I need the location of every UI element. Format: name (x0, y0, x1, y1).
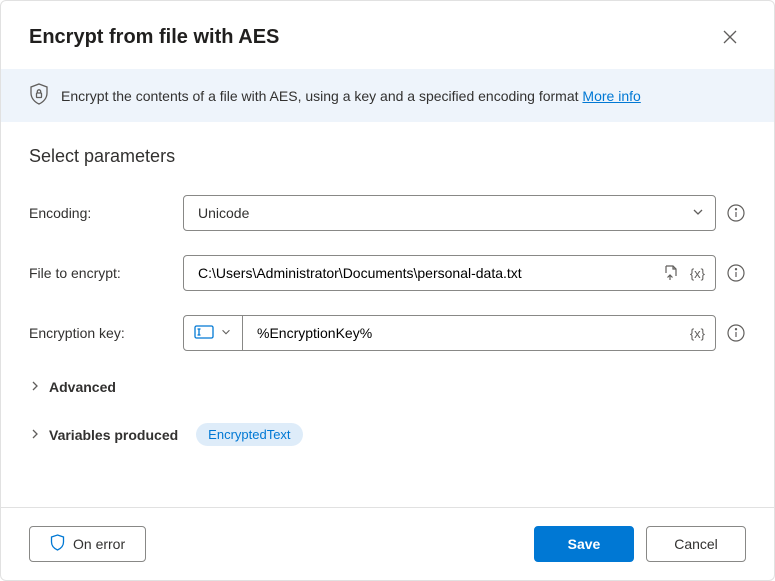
more-info-link[interactable]: More info (582, 88, 640, 104)
section-title: Select parameters (29, 146, 746, 167)
chevron-right-icon (29, 379, 41, 395)
key-row: Encryption key: (29, 315, 746, 351)
dialog-content: Select parameters Encoding: Unicode File… (1, 122, 774, 507)
advanced-expander[interactable]: Advanced (29, 375, 746, 399)
key-type-selector[interactable] (184, 316, 243, 350)
variables-expander[interactable]: Variables produced EncryptedText (29, 419, 746, 450)
dialog-title: Encrypt from file with AES (29, 26, 279, 49)
file-path-input[interactable] (198, 265, 660, 281)
key-input-wrapper: {x} (183, 315, 716, 351)
encoding-select[interactable]: Unicode (183, 195, 716, 231)
text-input-icon (194, 325, 214, 342)
dialog-header: Encrypt from file with AES (1, 1, 774, 69)
browse-file-button[interactable] (660, 262, 682, 284)
variable-icon: {x} (690, 266, 705, 281)
file-info-button[interactable] (726, 263, 746, 283)
file-input-wrapper: {x} (183, 255, 716, 291)
encoding-info-button[interactable] (726, 203, 746, 223)
file-row: File to encrypt: {x} (29, 255, 746, 291)
key-label: Encryption key: (29, 325, 171, 341)
encoding-row: Encoding: Unicode (29, 195, 746, 231)
key-info-button[interactable] (726, 323, 746, 343)
chevron-right-icon (29, 427, 41, 443)
close-icon (723, 30, 737, 44)
save-label: Save (568, 536, 601, 552)
banner-text: Encrypt the contents of a file with AES,… (61, 88, 641, 104)
insert-variable-button[interactable]: {x} (680, 326, 715, 341)
info-icon (727, 264, 745, 282)
chevron-down-icon (691, 205, 705, 222)
info-icon (727, 324, 745, 342)
info-icon (727, 204, 745, 222)
cancel-label: Cancel (674, 536, 718, 552)
info-banner: Encrypt the contents of a file with AES,… (1, 69, 774, 122)
encryption-key-input[interactable] (243, 325, 680, 341)
save-button[interactable]: Save (534, 526, 634, 562)
cancel-button[interactable]: Cancel (646, 526, 746, 562)
on-error-button[interactable]: On error (29, 526, 146, 562)
on-error-label: On error (73, 536, 125, 552)
insert-variable-button[interactable]: {x} (688, 264, 707, 283)
variables-label: Variables produced (49, 427, 178, 443)
variable-chip[interactable]: EncryptedText (196, 423, 302, 446)
banner-description: Encrypt the contents of a file with AES,… (61, 88, 582, 104)
dialog-footer: On error Save Cancel (1, 507, 774, 580)
file-label: File to encrypt: (29, 265, 171, 281)
shield-outline-icon (50, 534, 65, 554)
encoding-value: Unicode (198, 205, 249, 221)
chevron-down-icon (220, 325, 232, 341)
variable-icon: {x} (690, 326, 705, 341)
shield-lock-icon (29, 83, 49, 108)
advanced-label: Advanced (49, 379, 116, 395)
close-button[interactable] (714, 21, 746, 53)
encoding-label: Encoding: (29, 205, 171, 221)
file-select-icon (662, 264, 680, 282)
